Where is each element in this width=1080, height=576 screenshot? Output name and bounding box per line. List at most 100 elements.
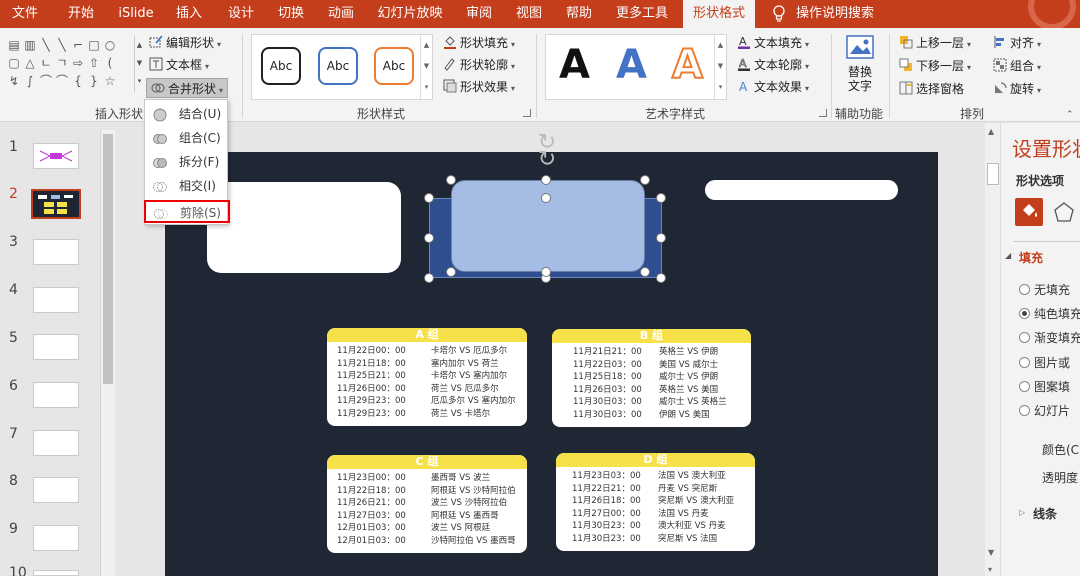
canvas-scrollbar[interactable]: ▲ ▼ ▾: [985, 123, 1001, 576]
help-search[interactable]: 操作说明搜索: [796, 0, 874, 28]
pentagon-effects-icon[interactable]: [1053, 201, 1075, 223]
freeform-shape-icon[interactable]: ↯: [6, 72, 22, 90]
rotate-button[interactable]: 旋转 ▾: [993, 79, 1041, 99]
slide-thumbnail-8[interactable]: [33, 477, 79, 503]
curve-shape-icon[interactable]: ∫: [22, 72, 38, 90]
text-effects-button[interactable]: A 文本效果 ▾: [737, 77, 809, 97]
merge-shapes-button[interactable]: 合并形状 ▾: [146, 78, 229, 98]
resize-handle[interactable]: [446, 175, 456, 185]
tab-view[interactable]: 视图: [506, 0, 552, 28]
wordart-preset[interactable]: A: [671, 41, 704, 89]
shapes-gallery-scroll[interactable]: ▲ ▼ ▾: [134, 36, 144, 92]
resize-handle[interactable]: [446, 267, 456, 277]
connector-shape-icon[interactable]: ㄴ: [38, 54, 54, 72]
tab-more-tools[interactable]: 更多工具: [608, 0, 676, 28]
tab-transitions[interactable]: 切换: [268, 0, 314, 28]
textbox-shape-icon[interactable]: ▤: [6, 36, 22, 54]
scrollbar-thumb[interactable]: [103, 134, 113, 384]
tab-animations[interactable]: 动画: [318, 0, 364, 28]
shape-styles-gallery[interactable]: Abc Abc Abc ▲ ▼ ▾: [251, 34, 433, 100]
collapse-caret-icon[interactable]: ◢: [1005, 251, 1011, 260]
scroll-more-icon[interactable]: ▾: [988, 565, 992, 574]
shape-styles-launcher-icon[interactable]: [523, 109, 531, 117]
resize-handle[interactable]: [640, 175, 650, 185]
slide-thumbnail-6[interactable]: [33, 382, 79, 408]
bracket-shape-icon[interactable]: (: [102, 54, 118, 72]
thumbnail-scrollbar[interactable]: [100, 130, 115, 576]
edit-shape-button[interactable]: 编辑形状 ▾: [149, 33, 221, 53]
triangle-shape-icon[interactable]: △: [22, 54, 38, 72]
wordart-preset[interactable]: A: [559, 42, 590, 88]
shape-options-tab[interactable]: 形状选项: [1016, 172, 1064, 189]
rotate-handle-icon[interactable]: ↻ ↻: [536, 132, 558, 171]
resize-handle[interactable]: [424, 273, 434, 283]
resize-handle[interactable]: [541, 267, 551, 277]
wordart-launcher-icon[interactable]: [819, 109, 827, 117]
resize-handle[interactable]: [424, 233, 434, 243]
connector-shape-icon[interactable]: ㄱ: [54, 54, 70, 72]
text-outline-button[interactable]: A 文本轮廓 ▾: [737, 55, 809, 75]
align-button[interactable]: 对齐 ▾: [993, 33, 1041, 53]
group-card-d[interactable]: D 组 11月23日03：00 法国 VS 澳大利亚 11月22日21：00 丹麦 …: [556, 453, 755, 551]
scroll-up-icon[interactable]: ▲: [988, 127, 994, 136]
wordart-scroll[interactable]: ▲ ▼ ▾: [714, 35, 726, 99]
shape-outline-button[interactable]: 形状轮廓 ▾: [443, 55, 515, 75]
group-card-c[interactable]: C 组 11月23日00：00 墨西哥 VS 波兰 11月22日18：00 阿根廷 …: [327, 455, 527, 553]
line-shape-icon[interactable]: ╲: [38, 36, 54, 54]
collapse-ribbon-icon[interactable]: ⌃: [1066, 110, 1074, 120]
tab-slideshow[interactable]: 幻灯片放映: [372, 0, 448, 28]
tab-insert[interactable]: 插入: [166, 0, 212, 28]
tab-help[interactable]: 帮助: [556, 0, 602, 28]
line-shape-icon[interactable]: ╲: [54, 36, 70, 54]
white-rounded-rect[interactable]: [207, 182, 401, 273]
selection-pane-button[interactable]: 选择窗格: [899, 79, 964, 99]
shape-style-preset[interactable]: Abc: [261, 47, 301, 85]
expand-caret-icon[interactable]: ▷: [1019, 508, 1025, 517]
merge-combine-item[interactable]: 组合(C): [145, 127, 227, 150]
slide-canvas[interactable]: ↻ ↻ A 组 11月22日00：00 卡塔尔 VS 厄瓜多尔 11月21日18：0…: [165, 132, 938, 576]
bring-forward-button[interactable]: 上移一层 ▾: [899, 33, 971, 53]
slide-thumbnail-7[interactable]: [33, 430, 79, 456]
arrow-up-shape-icon[interactable]: ⇧: [86, 54, 102, 72]
tab-design[interactable]: 设计: [218, 0, 264, 28]
alt-text-button[interactable]: 替换 文字: [840, 34, 880, 100]
fill-radio-gradient[interactable]: [1019, 332, 1030, 343]
fill-radio-pattern[interactable]: [1019, 381, 1030, 392]
tab-home[interactable]: 开始: [56, 0, 106, 28]
arrow-right-shape-icon[interactable]: ⇨: [70, 54, 86, 72]
slide-thumbnail-2[interactable]: [31, 189, 81, 219]
shape-style-preset[interactable]: Abc: [374, 47, 414, 85]
merge-subtract-item[interactable]: 剪除(S): [144, 200, 230, 223]
scroll-down-icon[interactable]: ▼: [988, 548, 994, 557]
merge-union-item[interactable]: 结合(U): [145, 103, 227, 126]
slide-thumbnail-5[interactable]: [33, 334, 79, 360]
line-section-header[interactable]: 线条: [1033, 505, 1057, 522]
slide-thumbnail-3[interactable]: [33, 239, 79, 265]
resize-handle[interactable]: [656, 233, 666, 243]
slide-thumbnail-10[interactable]: [33, 570, 79, 576]
resize-handle[interactable]: [424, 193, 434, 203]
shape-styles-scroll[interactable]: ▲ ▼ ▾: [420, 35, 432, 99]
merge-intersect-item[interactable]: 相交(I): [145, 175, 227, 198]
merge-fragment-item[interactable]: 拆分(F): [145, 151, 227, 174]
resize-handle[interactable]: [541, 175, 551, 185]
rounded-rect-shape-icon[interactable]: ▢: [6, 54, 22, 72]
slide-thumbnail-1[interactable]: [33, 143, 79, 169]
text-fill-button[interactable]: A 文本填充 ▾: [737, 33, 809, 53]
oval-shape-icon[interactable]: ○: [102, 36, 118, 54]
resize-handle[interactable]: [640, 267, 650, 277]
brace-shape-icon[interactable]: }: [86, 72, 102, 90]
resize-handle[interactable]: [656, 193, 666, 203]
shape-style-preset[interactable]: Abc: [318, 47, 358, 85]
star-shape-icon[interactable]: ☆: [102, 72, 118, 90]
tab-shape-format[interactable]: 形状格式: [683, 0, 755, 28]
tab-file[interactable]: 文件: [0, 0, 50, 28]
scrollbar-thumb[interactable]: [987, 163, 999, 185]
send-backward-button[interactable]: 下移一层 ▾: [899, 56, 971, 76]
vertical-textbox-shape-icon[interactable]: ▥: [22, 36, 38, 54]
tab-islide[interactable]: iSlide: [110, 0, 162, 28]
elbow-line-icon[interactable]: ⌐: [70, 36, 86, 54]
slide-thumbnail-9[interactable]: [33, 525, 79, 551]
group-button[interactable]: 组合 ▾: [993, 56, 1041, 76]
textbox-button[interactable]: 文本框 ▾: [149, 55, 209, 75]
